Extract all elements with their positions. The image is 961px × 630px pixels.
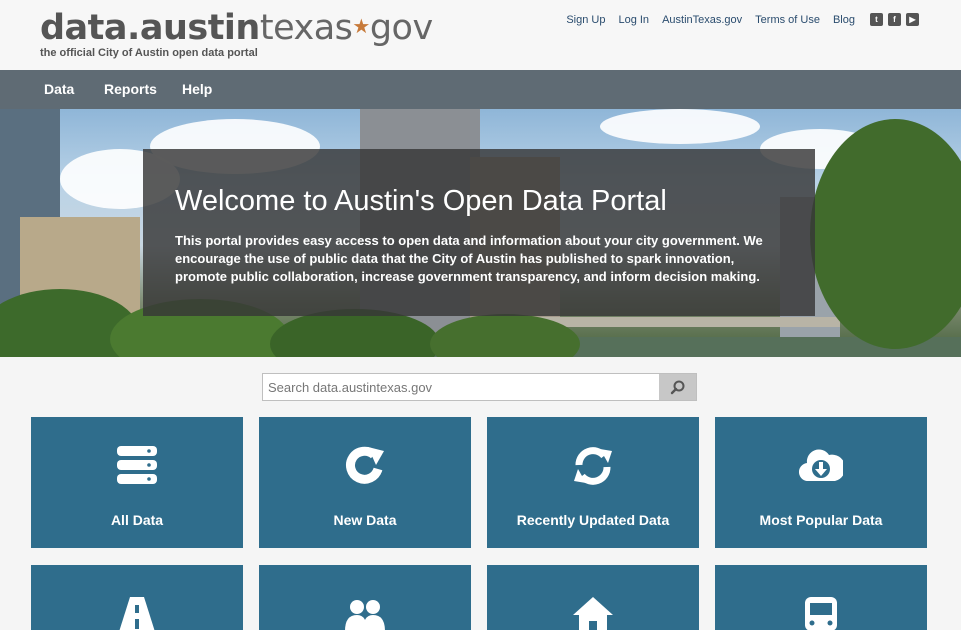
cloud-download-icon [799, 449, 843, 482]
log-in-link[interactable]: Log In [618, 14, 649, 26]
road-icon [119, 597, 155, 630]
nav-item-data[interactable]: Data [44, 70, 74, 109]
facebook-icon[interactable]: f [888, 13, 901, 26]
logo-tagline: the official City of Austin open data po… [40, 47, 258, 59]
refresh-arrow-icon [346, 446, 384, 484]
main-nav: Data Reports Help [0, 70, 961, 109]
terms-of-use-link[interactable]: Terms of Use [755, 14, 820, 26]
welcome-description: This portal provides easy access to open… [175, 233, 763, 284]
austintexas-link[interactable]: AustinTexas.gov [662, 14, 742, 26]
twitter-icon[interactable]: t [870, 13, 883, 26]
welcome-panel: Welcome to Austin's Open Data Portal Thi… [143, 149, 815, 316]
star-icon: ★ [352, 14, 370, 38]
tile-label: Most Popular Data [759, 512, 883, 528]
tile-all-data[interactable]: All Data [31, 417, 243, 548]
nav-item-help[interactable]: Help [182, 70, 212, 109]
youtube-icon[interactable]: ▶ [906, 13, 919, 26]
tile-recently-updated-data[interactable]: Recently Updated Data [487, 417, 699, 548]
tile-transportation[interactable] [31, 565, 243, 630]
site-header: data.austintexas★gov the official City o… [0, 0, 961, 70]
tile-community[interactable] [259, 565, 471, 630]
hero-banner: Welcome to Austin's Open Data Portal Thi… [0, 109, 961, 357]
nav-item-reports[interactable]: Reports [104, 70, 157, 109]
tile-transit[interactable] [715, 565, 927, 630]
database-icon [117, 446, 157, 484]
blog-link[interactable]: Blog [833, 14, 855, 26]
sign-up-link[interactable]: Sign Up [566, 14, 605, 26]
tile-label: New Data [333, 512, 397, 528]
tile-housing[interactable] [487, 565, 699, 630]
social-links: t f ▶ [870, 13, 919, 26]
page-title: Welcome to Austin's Open Data Portal [175, 185, 667, 217]
search-bar [262, 373, 697, 401]
tile-label: Recently Updated Data [516, 512, 670, 528]
tile-most-popular-data[interactable]: Most Popular Data [715, 417, 927, 548]
top-links: Sign Up Log In AustinTexas.gov Terms of … [566, 13, 919, 26]
logo-wordmark: data.austintexas★gov [40, 8, 433, 48]
search-icon [670, 380, 684, 395]
sync-icon [574, 447, 612, 485]
people-icon [345, 600, 385, 630]
search-input[interactable] [263, 374, 660, 400]
home-icon [573, 597, 613, 630]
tile-new-data[interactable]: New Data [259, 417, 471, 548]
bus-icon [805, 597, 837, 630]
search-button[interactable] [659, 374, 696, 400]
site-logo[interactable]: data.austintexas★gov the official City o… [40, 8, 433, 59]
tile-label: All Data [110, 512, 164, 528]
cloud-shape [600, 109, 760, 144]
